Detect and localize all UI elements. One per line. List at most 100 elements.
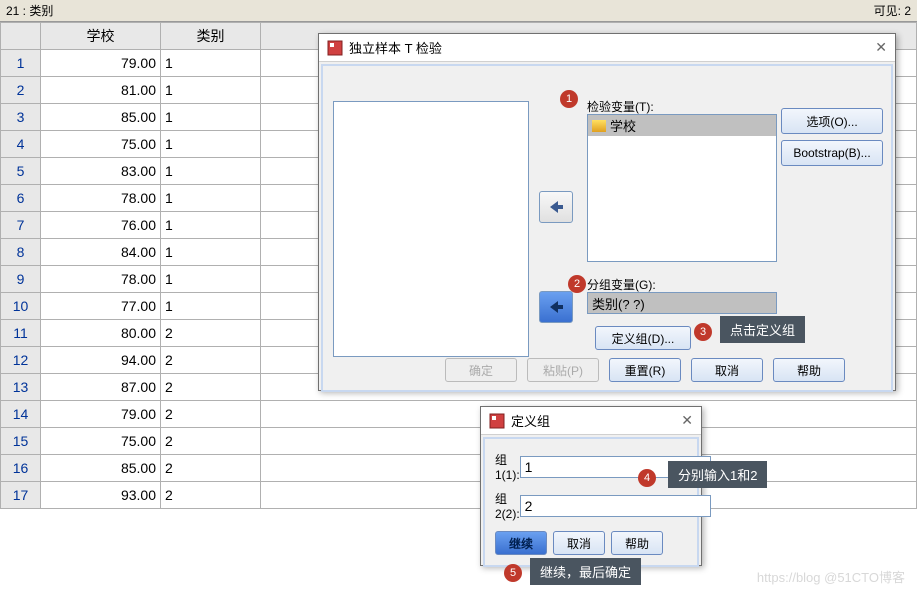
cell-category[interactable]: 1 [161, 77, 261, 104]
move-to-groupvar-button[interactable] [539, 291, 573, 323]
cell-category[interactable]: 1 [161, 266, 261, 293]
cell-school[interactable]: 94.00 [41, 347, 161, 374]
row-number[interactable]: 12 [1, 347, 41, 374]
testvar-item[interactable]: 学校 [588, 115, 776, 136]
cell-indicator: 21 : 类别 [6, 2, 53, 19]
group2-input[interactable] [520, 495, 711, 517]
row-number[interactable]: 9 [1, 266, 41, 293]
groupvar-value: 类别(? ?) [592, 297, 645, 312]
cell-school[interactable]: 78.00 [41, 185, 161, 212]
groupvar-box[interactable]: 类别(? ?) [587, 292, 777, 314]
row-number[interactable]: 4 [1, 131, 41, 158]
cell-category[interactable]: 2 [161, 374, 261, 401]
ttest-dialog: 独立样本 T 检验 ✕ 检验变量(T): 学校 分组变量(G): 类别(? ?)… [318, 33, 896, 391]
dialog2-title-text: 定义组 [511, 411, 550, 430]
cell-school[interactable]: 85.00 [41, 104, 161, 131]
cell-category[interactable]: 1 [161, 293, 261, 320]
cell-category[interactable]: 2 [161, 401, 261, 428]
bootstrap-button[interactable]: Bootstrap(B)... [781, 140, 883, 166]
define-groups-button[interactable]: 定义组(D)... [595, 326, 691, 350]
annotation-tip-4: 分别输入1和2 [668, 461, 767, 488]
close-icon[interactable]: ✕ [681, 412, 693, 429]
continue-button[interactable]: 继续 [495, 531, 547, 555]
paste-button[interactable]: 粘贴(P) [527, 358, 599, 382]
cell-school[interactable]: 83.00 [41, 158, 161, 185]
cell-category[interactable]: 1 [161, 104, 261, 131]
cell-category[interactable]: 2 [161, 428, 261, 455]
group2-label: 组 2(2): [495, 490, 520, 521]
close-icon[interactable]: ✕ [875, 39, 887, 56]
row-number[interactable]: 16 [1, 455, 41, 482]
table-row[interactable]: 1793.002 [1, 482, 917, 509]
cancel-button[interactable]: 取消 [691, 358, 763, 382]
table-row[interactable]: 1575.002 [1, 428, 917, 455]
info-bar: 21 : 类别 可见: 2 [0, 0, 917, 22]
cell-category[interactable]: 1 [161, 185, 261, 212]
cell-school[interactable]: 79.00 [41, 401, 161, 428]
row-number[interactable]: 8 [1, 239, 41, 266]
annotation-tip-3: 点击定义组 [720, 316, 805, 343]
cell-school[interactable]: 78.00 [41, 266, 161, 293]
row-number[interactable]: 2 [1, 77, 41, 104]
row-number[interactable]: 1 [1, 50, 41, 77]
ok-button[interactable]: 确定 [445, 358, 517, 382]
help-button-2[interactable]: 帮助 [611, 531, 663, 555]
cell-school[interactable]: 93.00 [41, 482, 161, 509]
cell-category[interactable]: 1 [161, 239, 261, 266]
cell-school[interactable]: 75.00 [41, 131, 161, 158]
reset-button[interactable]: 重置(R) [609, 358, 681, 382]
row-number[interactable]: 14 [1, 401, 41, 428]
cell-category[interactable]: 2 [161, 455, 261, 482]
app-icon [327, 40, 343, 56]
cell-school[interactable]: 84.00 [41, 239, 161, 266]
row-number[interactable]: 5 [1, 158, 41, 185]
row-number[interactable]: 11 [1, 320, 41, 347]
row-number[interactable]: 15 [1, 428, 41, 455]
cell-category[interactable]: 1 [161, 158, 261, 185]
cell-school[interactable]: 75.00 [41, 428, 161, 455]
row-number[interactable]: 17 [1, 482, 41, 509]
help-button[interactable]: 帮助 [773, 358, 845, 382]
cell-category[interactable]: 1 [161, 212, 261, 239]
move-to-testvar-button[interactable] [539, 191, 573, 223]
app-icon [489, 413, 505, 429]
cell-category[interactable]: 2 [161, 482, 261, 509]
cell-category[interactable]: 1 [161, 131, 261, 158]
cell-school[interactable]: 76.00 [41, 212, 161, 239]
dialog-titlebar[interactable]: 独立样本 T 检验 ✕ [319, 34, 895, 62]
watermark: https://blog @51CTO博客 [757, 567, 905, 586]
options-button[interactable]: 选项(O)... [781, 108, 883, 134]
dialog2-titlebar[interactable]: 定义组 ✕ [481, 407, 701, 435]
annotation-tip-5: 继续，最后确定 [530, 558, 641, 585]
cell-school[interactable]: 77.00 [41, 293, 161, 320]
dialog-title-text: 独立样本 T 检验 [349, 38, 442, 57]
row-number[interactable]: 13 [1, 374, 41, 401]
header-rownum [1, 23, 41, 50]
table-row[interactable]: 1479.002 [1, 401, 917, 428]
visible-count: 可见: 2 [874, 2, 911, 19]
cell-category[interactable]: 1 [161, 50, 261, 77]
header-school[interactable]: 学校 [41, 23, 161, 50]
groupvar-label: 分组变量(G): [587, 276, 656, 293]
testvar-list[interactable]: 学校 [587, 114, 777, 262]
cell-school[interactable]: 81.00 [41, 77, 161, 104]
header-category[interactable]: 类别 [161, 23, 261, 50]
cell-category[interactable]: 2 [161, 347, 261, 374]
scale-icon [592, 120, 606, 132]
group1-label: 组 1(1): [495, 451, 520, 482]
annotation-badge-2: 2 [568, 275, 586, 293]
cell-category[interactable]: 2 [161, 320, 261, 347]
table-row[interactable]: 1685.002 [1, 455, 917, 482]
source-var-list[interactable] [333, 101, 529, 357]
testvar-item-label: 学校 [610, 116, 636, 135]
row-number[interactable]: 7 [1, 212, 41, 239]
cell-school[interactable]: 80.00 [41, 320, 161, 347]
row-number[interactable]: 10 [1, 293, 41, 320]
row-number[interactable]: 6 [1, 185, 41, 212]
cell-school[interactable]: 87.00 [41, 374, 161, 401]
row-number[interactable]: 3 [1, 104, 41, 131]
cancel-button-2[interactable]: 取消 [553, 531, 605, 555]
cell-school[interactable]: 85.00 [41, 455, 161, 482]
cell-school[interactable]: 79.00 [41, 50, 161, 77]
annotation-badge-5: 5 [504, 564, 522, 582]
